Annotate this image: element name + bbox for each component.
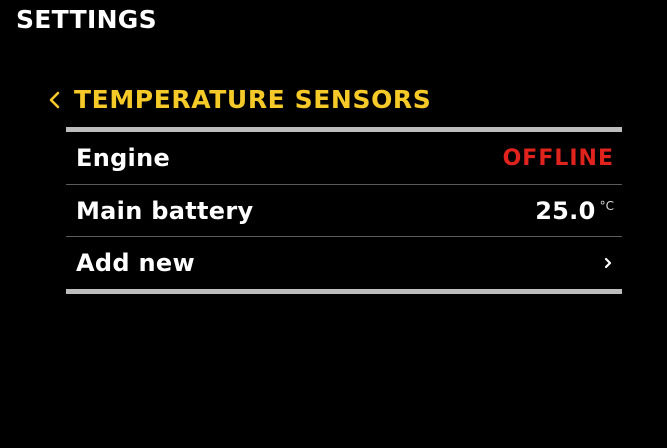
status-offline: OFFLINE (502, 145, 614, 171)
sensor-value: 25.0 °C (535, 197, 614, 225)
add-new-sensor-row[interactable]: Add new (66, 237, 622, 289)
page-title: SETTINGS (16, 5, 157, 34)
temperature-unit: °C (599, 199, 614, 213)
chevron-left-icon (48, 84, 74, 116)
sensor-label: Main battery (76, 197, 254, 225)
sensor-label: Engine (76, 144, 171, 172)
add-new-label: Add new (76, 249, 195, 277)
sensor-row-main-battery[interactable]: Main battery 25.0 °C (66, 185, 622, 237)
list-bottom-divider (66, 289, 622, 294)
settings-screen: SETTINGS TEMPERATURE SENSORS Engine OFFL… (8, 0, 667, 448)
sensor-value: OFFLINE (503, 146, 614, 171)
back-button[interactable]: TEMPERATURE SENSORS (48, 84, 431, 116)
sensor-row-engine[interactable]: Engine OFFLINE (66, 132, 622, 184)
temperature-value: 25.0 (535, 197, 596, 225)
chevron-right-icon (602, 253, 614, 273)
add-new-action (602, 253, 614, 273)
section-title: TEMPERATURE SENSORS (74, 85, 432, 114)
